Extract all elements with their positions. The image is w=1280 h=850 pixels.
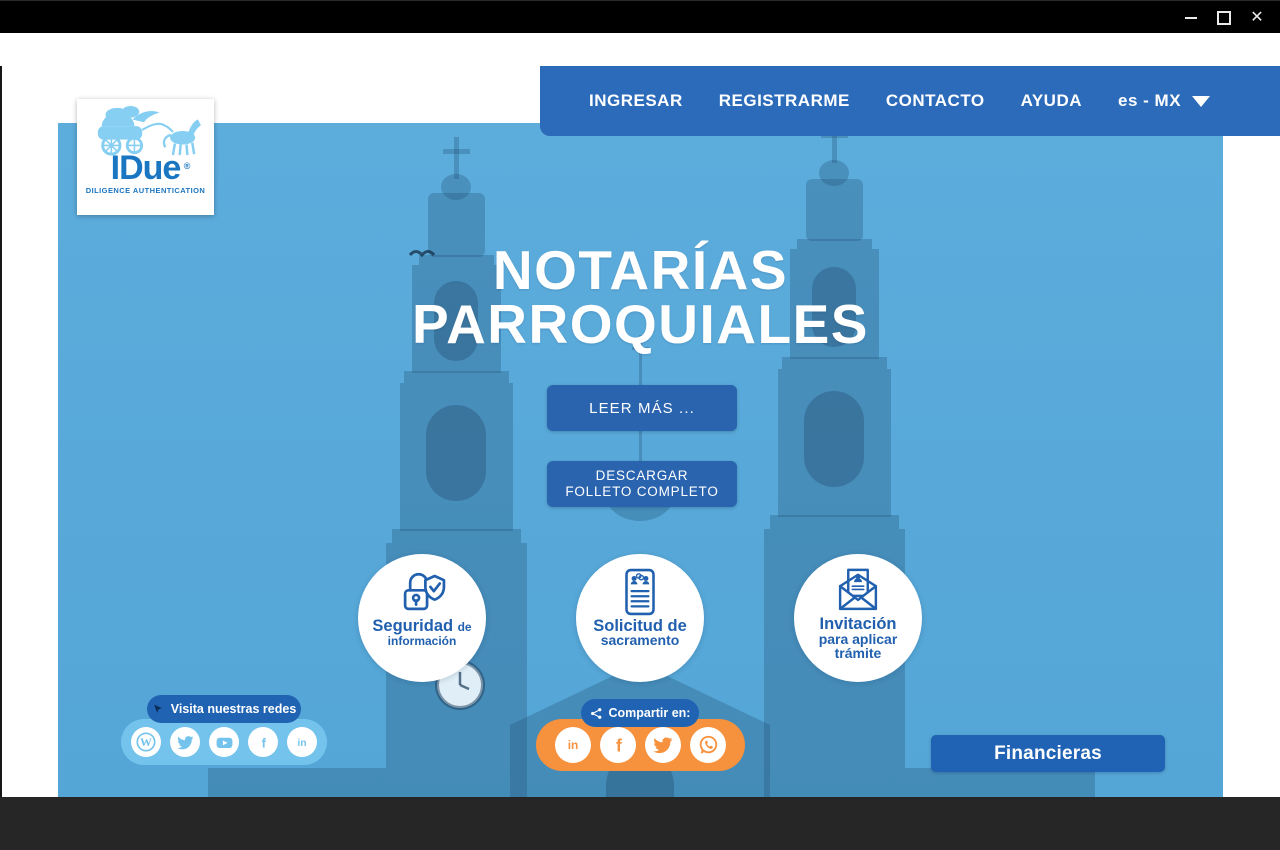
window-left-border <box>0 66 2 830</box>
share-whatsapp-icon[interactable] <box>690 727 726 763</box>
share-label: Compartir en: <box>609 706 691 720</box>
twitter-icon[interactable] <box>170 727 200 757</box>
chromeos-window: ✕ <box>0 0 1280 850</box>
feature-invitacion-tramite[interactable]: Invitación para aplicar trámite <box>794 554 922 682</box>
nav-contacto[interactable]: CONTACTO <box>886 91 985 111</box>
financieras-button[interactable]: Financieras <box>931 735 1165 772</box>
minimize-icon <box>1185 17 1197 19</box>
nav-ayuda[interactable]: AYUDA <box>1021 91 1082 111</box>
feature-label: Invitación para aplicar trámite <box>819 617 898 660</box>
svg-text:in: in <box>298 738 307 749</box>
share-badge: Compartir en: <box>581 699 699 727</box>
maximize-icon <box>1217 11 1231 25</box>
registered-mark: ® <box>184 151 190 181</box>
page-content: INGRESAR REGISTRARME CONTACTO AYUDA es -… <box>0 33 1280 797</box>
download-line-2: FOLLETO COMPLETO <box>565 484 718 500</box>
lock-shield-icon <box>395 565 449 619</box>
share-linkedin-icon[interactable]: in <box>555 727 591 763</box>
sacrament-document-icon <box>613 565 667 619</box>
feature-seguridad-informacion[interactable]: Seguridad de información <box>358 554 486 682</box>
download-brochure-button[interactable]: DESCARGAR FOLLETO COMPLETO <box>547 461 737 507</box>
idue-logo[interactable]: IDue® DILIGENCE AUTHENTICATION <box>77 99 214 215</box>
visit-networks-label: Visita nuestras redes <box>171 702 297 716</box>
wordpress-icon[interactable]: W <box>131 727 161 757</box>
language-label: es - MX <box>1118 91 1181 111</box>
read-more-button[interactable]: LEER MÁS ... <box>547 385 737 431</box>
youtube-icon[interactable] <box>209 727 239 757</box>
page-title: NOTARÍAS PARROQUIALES <box>58 243 1223 351</box>
download-line-1: DESCARGAR <box>596 468 689 484</box>
svg-text:W: W <box>140 735 152 749</box>
nav-registrarme[interactable]: REGISTRARME <box>719 91 850 111</box>
facebook-icon[interactable]: f <box>248 727 278 757</box>
share-twitter-icon[interactable] <box>645 727 681 763</box>
chevron-down-icon <box>1192 96 1210 107</box>
chromeos-shelf: G 12:32 PM <box>0 797 1280 850</box>
minimize-button[interactable] <box>1174 1 1208 34</box>
title-line-2: PARROQUIALES <box>58 297 1223 351</box>
feature-label: Solicitud de sacramento <box>593 619 687 647</box>
social-links-bar: W f in <box>121 719 327 765</box>
share-icon <box>590 707 603 720</box>
svg-text:f: f <box>262 735 267 750</box>
feature-solicitud-sacramento[interactable]: Solicitud de sacramento <box>576 554 704 682</box>
share-facebook-icon[interactable]: f <box>600 727 636 763</box>
cursor-icon <box>152 703 165 716</box>
logo-wordmark: IDue® <box>111 153 181 183</box>
svg-text:f: f <box>616 735 622 755</box>
feature-label: Seguridad de información <box>372 619 471 648</box>
top-navbar: INGRESAR REGISTRARME CONTACTO AYUDA es -… <box>540 66 1280 136</box>
logo-tagline: DILIGENCE AUTHENTICATION <box>86 186 206 195</box>
close-icon: ✕ <box>1250 10 1263 26</box>
close-button[interactable]: ✕ <box>1240 1 1274 34</box>
linkedin-icon[interactable]: in <box>287 727 317 757</box>
invitation-envelope-icon <box>832 565 884 617</box>
visit-networks-badge: Visita nuestras redes <box>147 695 301 723</box>
language-selector[interactable]: es - MX <box>1118 91 1210 111</box>
maximize-button[interactable] <box>1207 1 1241 34</box>
window-titlebar: ✕ <box>0 0 1280 34</box>
svg-text:in: in <box>568 738 579 752</box>
nav-ingresar[interactable]: INGRESAR <box>589 91 683 111</box>
title-line-1: NOTARÍAS <box>58 243 1223 297</box>
